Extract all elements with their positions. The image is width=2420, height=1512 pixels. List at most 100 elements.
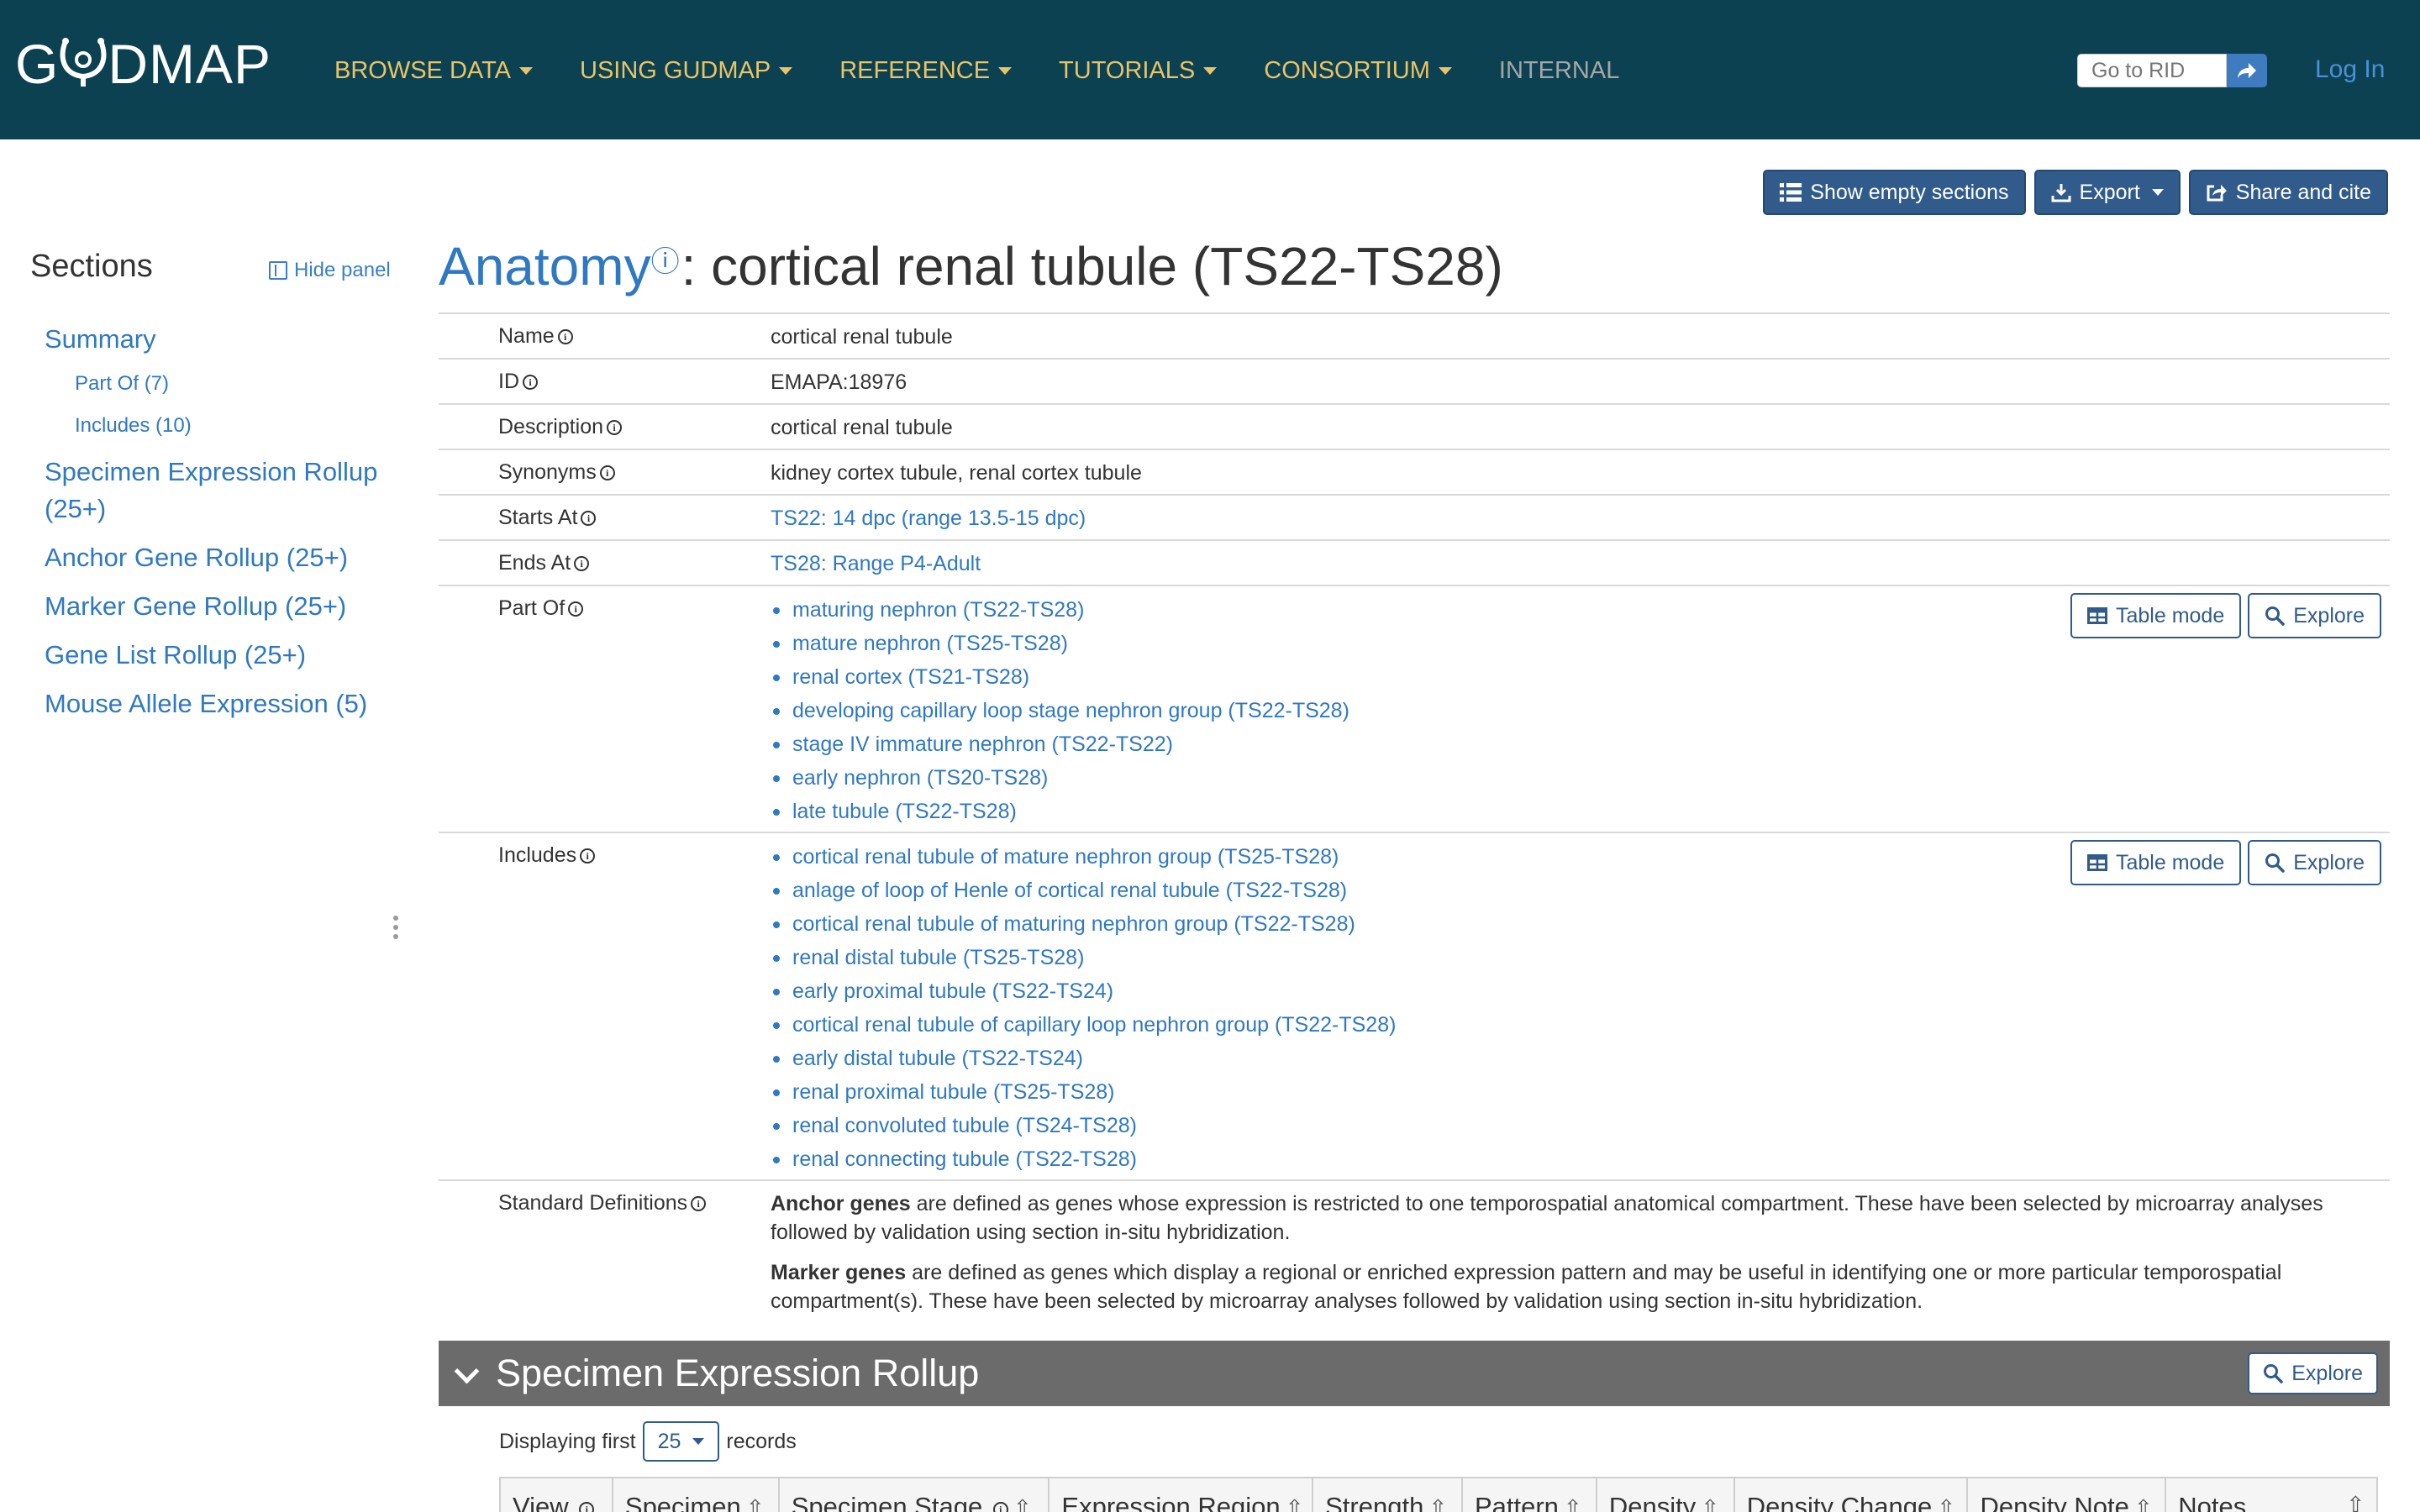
chevron-down-icon[interactable] [454,1361,479,1386]
column-header-density-change[interactable]: Density Change ⇧ [1735,1478,1969,1512]
button-label: Explore [2293,850,2365,874]
toc-item-specimen-expression-rollup[interactable]: Specimen Expression Rollup (25+) [45,454,397,528]
show-empty-sections-button[interactable]: Show empty sections [1763,170,2026,215]
record-row-standard-definitions: Standard Definitions i Anchor genes are d… [439,1181,2390,1334]
field-label: Standard Definitions i [498,1191,707,1215]
sort-icon[interactable]: ⇧ [2346,1492,2365,1512]
ends-at-link[interactable]: TS28: Range P4-Adult [771,541,2390,585]
toc-item-mouse-allele-expression[interactable]: Mouse Allele Expression (5) [45,685,406,722]
menu-label: TUTORIALS [1059,56,1196,84]
toc-item-gene-list-rollup[interactable]: Gene List Rollup (25+) [45,637,406,674]
info-icon[interactable]: i [568,601,584,617]
sort-icon[interactable]: ⇧ [1564,1495,1582,1512]
info-icon[interactable]: i [574,556,590,571]
caret-down-icon [998,66,1013,75]
record-row-starts-at: Starts At i TS22: 14 dpc (range 13.5-15 d… [439,496,2390,541]
menu-tutorials[interactable]: TUTORIALS [1059,56,1218,85]
info-icon[interactable]: i [607,420,623,435]
part-of-link[interactable]: developing capillary loop stage nephron … [771,694,2390,727]
sort-icon[interactable]: ⇧ [1286,1495,1304,1512]
toc-item-marker-gene-rollup[interactable]: Marker Gene Rollup (25+) [45,588,406,625]
field-label: Synonyms i [498,460,615,485]
button-label: Export [2079,180,2140,204]
column-header-pattern[interactable]: Pattern ⇧ [1463,1478,1597,1512]
sort-icon[interactable]: ⇧ [746,1495,765,1512]
part-of-link[interactable]: early nephron (TS20-TS28) [771,761,2390,795]
info-icon[interactable]: i [580,848,596,864]
column-header-expression-region[interactable]: Expression Region ⇧ [1050,1478,1314,1512]
panel-resize-handle[interactable] [393,916,398,939]
part-of-link[interactable]: stage IV immature nephron (TS22-TS22) [771,727,2390,761]
explore-button[interactable]: Explore [2248,593,2381,638]
info-icon[interactable]: i [581,511,597,526]
includes-link[interactable]: renal distal tubule (TS25-TS28) [771,941,2390,974]
caret-down-icon [1203,66,1218,75]
includes-link[interactable]: renal connecting tubule (TS22-TS28) [771,1142,2390,1176]
specimen-table-header: View i Specimen ⇧ Specimen Stage i ⇧ Expre… [499,1477,2378,1512]
main-menu: BROWSE DATA USING GUDMAP REFERENCE TUTOR… [334,54,1666,87]
button-label: Table mode [2115,603,2225,627]
table-mode-button[interactable]: Table mode [2070,840,2242,885]
button-label: Share and cite [2235,180,2371,204]
toc-item-anchor-gene-rollup[interactable]: Anchor Gene Rollup (25+) [45,539,406,576]
caret-down-icon [1438,66,1452,75]
login-link[interactable]: Log In [2315,55,2385,84]
button-label: Show empty sections [1810,180,2009,204]
column-header-specimen[interactable]: Specimen ⇧ [613,1478,780,1512]
record-row-name: Name i cortical renal tubule [439,314,2390,360]
includes-link[interactable]: renal convoluted tubule (TS24-TS28) [771,1109,2390,1142]
explore-button[interactable]: Explore [2248,1352,2378,1394]
column-header-specimen-stage[interactable]: Specimen Stage i ⇧ [780,1478,1050,1512]
toc-item-part-of[interactable]: Part Of (7) [75,370,406,398]
sort-icon[interactable]: ⇧ [1937,1495,1955,1512]
hide-panel-button[interactable]: Hide panel [269,259,391,282]
part-of-link[interactable]: renal cortex (TS21-TS28) [771,660,2390,694]
info-icon[interactable]: i [579,1502,595,1512]
share-and-cite-button[interactable]: Share and cite [2188,170,2388,215]
sort-icon[interactable]: ⇧ [1428,1495,1447,1512]
caret-down-icon [2151,189,2164,196]
sort-icon[interactable]: ⇧ [1013,1495,1032,1512]
info-icon[interactable]: i [557,329,573,344]
explore-button[interactable]: Explore [2248,840,2381,885]
column-header-density-note[interactable]: Density Note ⇧ [1968,1478,2167,1512]
menu-using-gudmap[interactable]: USING GUDMAP [580,57,793,85]
info-icon[interactable]: i [992,1502,1008,1512]
menu-browse-data[interactable]: BROWSE DATA [334,57,533,85]
rid-input[interactable] [2077,54,2227,87]
sections-sidebar: Sections Hide panel Summary Part Of (7) … [30,249,400,718]
table-mode-button[interactable]: Table mode [2070,593,2242,638]
column-header-density[interactable]: Density ⇧ [1597,1478,1735,1512]
column-header-strength[interactable]: Strength ⇧ [1313,1478,1463,1512]
info-icon[interactable]: i [599,465,615,480]
includes-link[interactable]: cortical renal tubule of capillary loop … [771,1008,2390,1042]
field-label: ID i [498,370,538,394]
includes-link[interactable]: early proximal tubule (TS22-TS24) [771,974,2390,1008]
export-button[interactable]: Export [2033,170,2181,215]
includes-link[interactable]: cortical renal tubule of maturing nephro… [771,907,2390,941]
includes-link[interactable]: early distal tubule (TS22-TS24) [771,1042,2390,1075]
info-icon[interactable]: ⓘ [651,239,680,280]
specimen-rollup-header[interactable]: Specimen Expression Rollup Explore [439,1341,2390,1406]
gudmap-logo[interactable]: G DMAP [15,33,271,95]
column-header-view[interactable]: View i [501,1478,613,1512]
includes-link[interactable]: renal proximal tubule (TS25-TS28) [771,1075,2390,1109]
part-of-link[interactable]: late tubule (TS22-TS28) [771,795,2390,828]
info-icon[interactable]: i [691,1196,707,1211]
toc-item-includes[interactable]: Includes (10) [75,412,406,440]
page-size-dropdown[interactable]: 25 [642,1421,720,1462]
go-to-rid-button[interactable] [2227,54,2267,87]
field-label: Starts At i [498,506,597,530]
sort-icon[interactable]: ⇧ [1701,1495,1719,1512]
menu-internal[interactable]: INTERNAL [1499,57,1619,85]
column-header-notes[interactable]: Notes ⇧ [2166,1478,2376,1512]
menu-consortium[interactable]: CONSORTIUM [1264,57,1452,85]
toc-item-summary[interactable]: Summary [45,321,406,358]
field-value: cortical renal tubule [771,416,953,439]
menu-reference[interactable]: REFERENCE [839,57,1013,85]
info-icon[interactable]: i [523,375,538,390]
sort-icon[interactable]: ⇧ [2134,1495,2153,1512]
starts-at-link[interactable]: TS22: 14 dpc (range 13.5-15 dpc) [771,496,2390,539]
export-icon [2051,184,2071,202]
table-name-link[interactable]: Anatomy [439,235,651,297]
